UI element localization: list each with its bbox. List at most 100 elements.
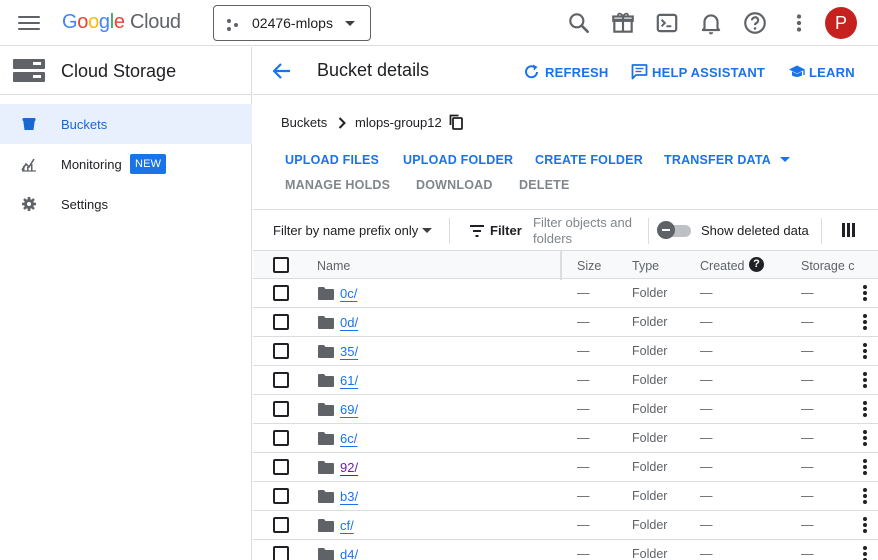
table-row[interactable]: 0c/ — Folder — — [253, 279, 878, 308]
new-badge: NEW [130, 154, 167, 174]
cell-type: Folder [632, 460, 668, 474]
cell-created: — [700, 315, 713, 329]
row-checkbox[interactable] [273, 459, 289, 475]
cloud-storage-icon [13, 59, 45, 83]
help-icon[interactable] [742, 10, 768, 36]
more-vert-icon[interactable] [863, 488, 867, 504]
cell-type: Folder [632, 431, 668, 445]
table-row[interactable]: d4/ — Folder — — [253, 540, 878, 560]
more-vert-icon[interactable] [863, 343, 867, 359]
more-vert-icon[interactable] [863, 546, 867, 560]
transfer-data-button[interactable]: TRANSFER DATA [664, 153, 791, 167]
upload-folder-button[interactable]: UPLOAD FOLDER [403, 153, 513, 167]
show-deleted-toggle[interactable] [657, 221, 693, 239]
cell-storage-class: — [801, 518, 814, 532]
cell-created: — [700, 518, 713, 532]
table-row[interactable]: 35/ — Folder — — [253, 337, 878, 366]
folder-name-link[interactable]: d4/ [340, 547, 358, 560]
row-checkbox[interactable] [273, 343, 289, 359]
cell-size: — [577, 518, 590, 532]
copy-icon[interactable] [449, 114, 463, 130]
download-button[interactable]: DOWNLOAD [416, 178, 493, 192]
account-avatar[interactable]: P [825, 7, 857, 39]
more-vert-icon[interactable] [863, 314, 867, 330]
sidebar: Cloud Storage Buckets Monitoring NEW Set… [0, 47, 252, 560]
table-row[interactable]: b3/ — Folder — — [253, 482, 878, 511]
table-row[interactable]: 6c/ — Folder — — [253, 424, 878, 453]
more-vert-icon[interactable] [863, 459, 867, 475]
notifications-icon[interactable] [698, 10, 724, 36]
create-folder-button[interactable]: CREATE FOLDER [535, 153, 643, 167]
table-row[interactable]: 61/ — Folder — — [253, 366, 878, 395]
folder-icon [318, 374, 334, 387]
breadcrumb-buckets-link[interactable]: Buckets [281, 115, 327, 130]
manage-holds-button[interactable]: MANAGE HOLDS [285, 178, 390, 192]
folder-name-link[interactable]: 61/ [340, 373, 358, 388]
row-checkbox[interactable] [273, 401, 289, 417]
cloud-shell-icon[interactable] [654, 10, 680, 36]
more-vert-icon[interactable] [786, 10, 812, 36]
sidebar-item-monitoring[interactable]: Monitoring NEW [0, 144, 252, 184]
more-vert-icon[interactable] [863, 372, 867, 388]
filter-prefix-select[interactable]: Filter by name prefix only [273, 223, 432, 238]
folder-name-link[interactable]: cf/ [340, 518, 354, 533]
sidebar-item-buckets[interactable]: Buckets [0, 104, 252, 144]
back-arrow-icon[interactable] [271, 61, 293, 81]
cell-storage-class: — [801, 547, 814, 560]
chevron-down-icon [345, 21, 355, 26]
column-display-icon[interactable] [842, 223, 856, 237]
more-vert-icon[interactable] [863, 517, 867, 533]
row-checkbox[interactable] [273, 314, 289, 330]
main-menu-icon[interactable] [18, 13, 40, 33]
google-cloud-logo[interactable]: Google Cloud [62, 11, 181, 34]
row-checkbox[interactable] [273, 285, 289, 301]
row-checkbox[interactable] [273, 430, 289, 446]
row-checkbox[interactable] [273, 546, 289, 560]
cell-type: Folder [632, 547, 668, 560]
cell-created: — [700, 402, 713, 416]
row-checkbox[interactable] [273, 517, 289, 533]
column-resize-handle[interactable] [560, 251, 562, 280]
folder-icon [318, 548, 334, 560]
row-checkbox[interactable] [273, 372, 289, 388]
folder-name-link[interactable]: 6c/ [340, 431, 357, 446]
more-vert-icon[interactable] [863, 430, 867, 446]
search-icon[interactable] [566, 10, 592, 36]
folder-name-link[interactable]: 92/ [340, 460, 358, 475]
learn-button[interactable]: LEARN [788, 63, 855, 81]
table-row[interactable]: 0d/ — Folder — — [253, 308, 878, 337]
table-row[interactable]: 92/ — Folder — — [253, 453, 878, 482]
row-checkbox[interactable] [273, 488, 289, 504]
cell-size: — [577, 373, 590, 387]
folder-name-link[interactable]: 69/ [340, 402, 358, 417]
filter-button[interactable]: Filter [469, 222, 522, 240]
more-vert-icon[interactable] [863, 401, 867, 417]
column-header-storage-class[interactable]: Storage c [801, 259, 855, 273]
refresh-button[interactable]: REFRESH [524, 63, 608, 81]
folder-name-link[interactable]: b3/ [340, 489, 358, 504]
upload-files-button[interactable]: UPLOAD FILES [285, 153, 379, 167]
folder-name-link[interactable]: 35/ [340, 344, 358, 359]
help-assistant-button[interactable]: HELP ASSISTANT [631, 63, 765, 81]
delete-button[interactable]: DELETE [519, 178, 570, 192]
table-row[interactable]: 69/ — Folder — — [253, 395, 878, 424]
gift-icon[interactable] [610, 10, 636, 36]
folder-name-link[interactable]: 0d/ [340, 315, 358, 330]
filter-input[interactable]: Filter objects and folders [533, 215, 641, 247]
project-selector[interactable]: 02476-mlops [213, 5, 371, 41]
column-header-size[interactable]: Size [577, 259, 601, 273]
column-header-name[interactable]: Name [317, 259, 350, 273]
more-vert-icon[interactable] [863, 285, 867, 301]
table-row[interactable]: cf/ — Folder — — [253, 511, 878, 540]
help-icon[interactable]: ? [749, 257, 764, 272]
cell-created: — [700, 373, 713, 387]
column-header-created[interactable]: Created [700, 259, 744, 273]
sidebar-item-label: Monitoring [61, 157, 122, 172]
folder-name-link[interactable]: 0c/ [340, 286, 357, 301]
filter-bar: Filter by name prefix only Filter Filter… [253, 209, 878, 250]
column-header-type[interactable]: Type [632, 259, 659, 273]
page-header: Bucket details REFRESH HELP ASSISTANT LE… [253, 47, 878, 95]
sidebar-item-settings[interactable]: Settings [0, 184, 252, 224]
select-all-checkbox[interactable] [273, 257, 289, 273]
folder-icon [318, 345, 334, 358]
